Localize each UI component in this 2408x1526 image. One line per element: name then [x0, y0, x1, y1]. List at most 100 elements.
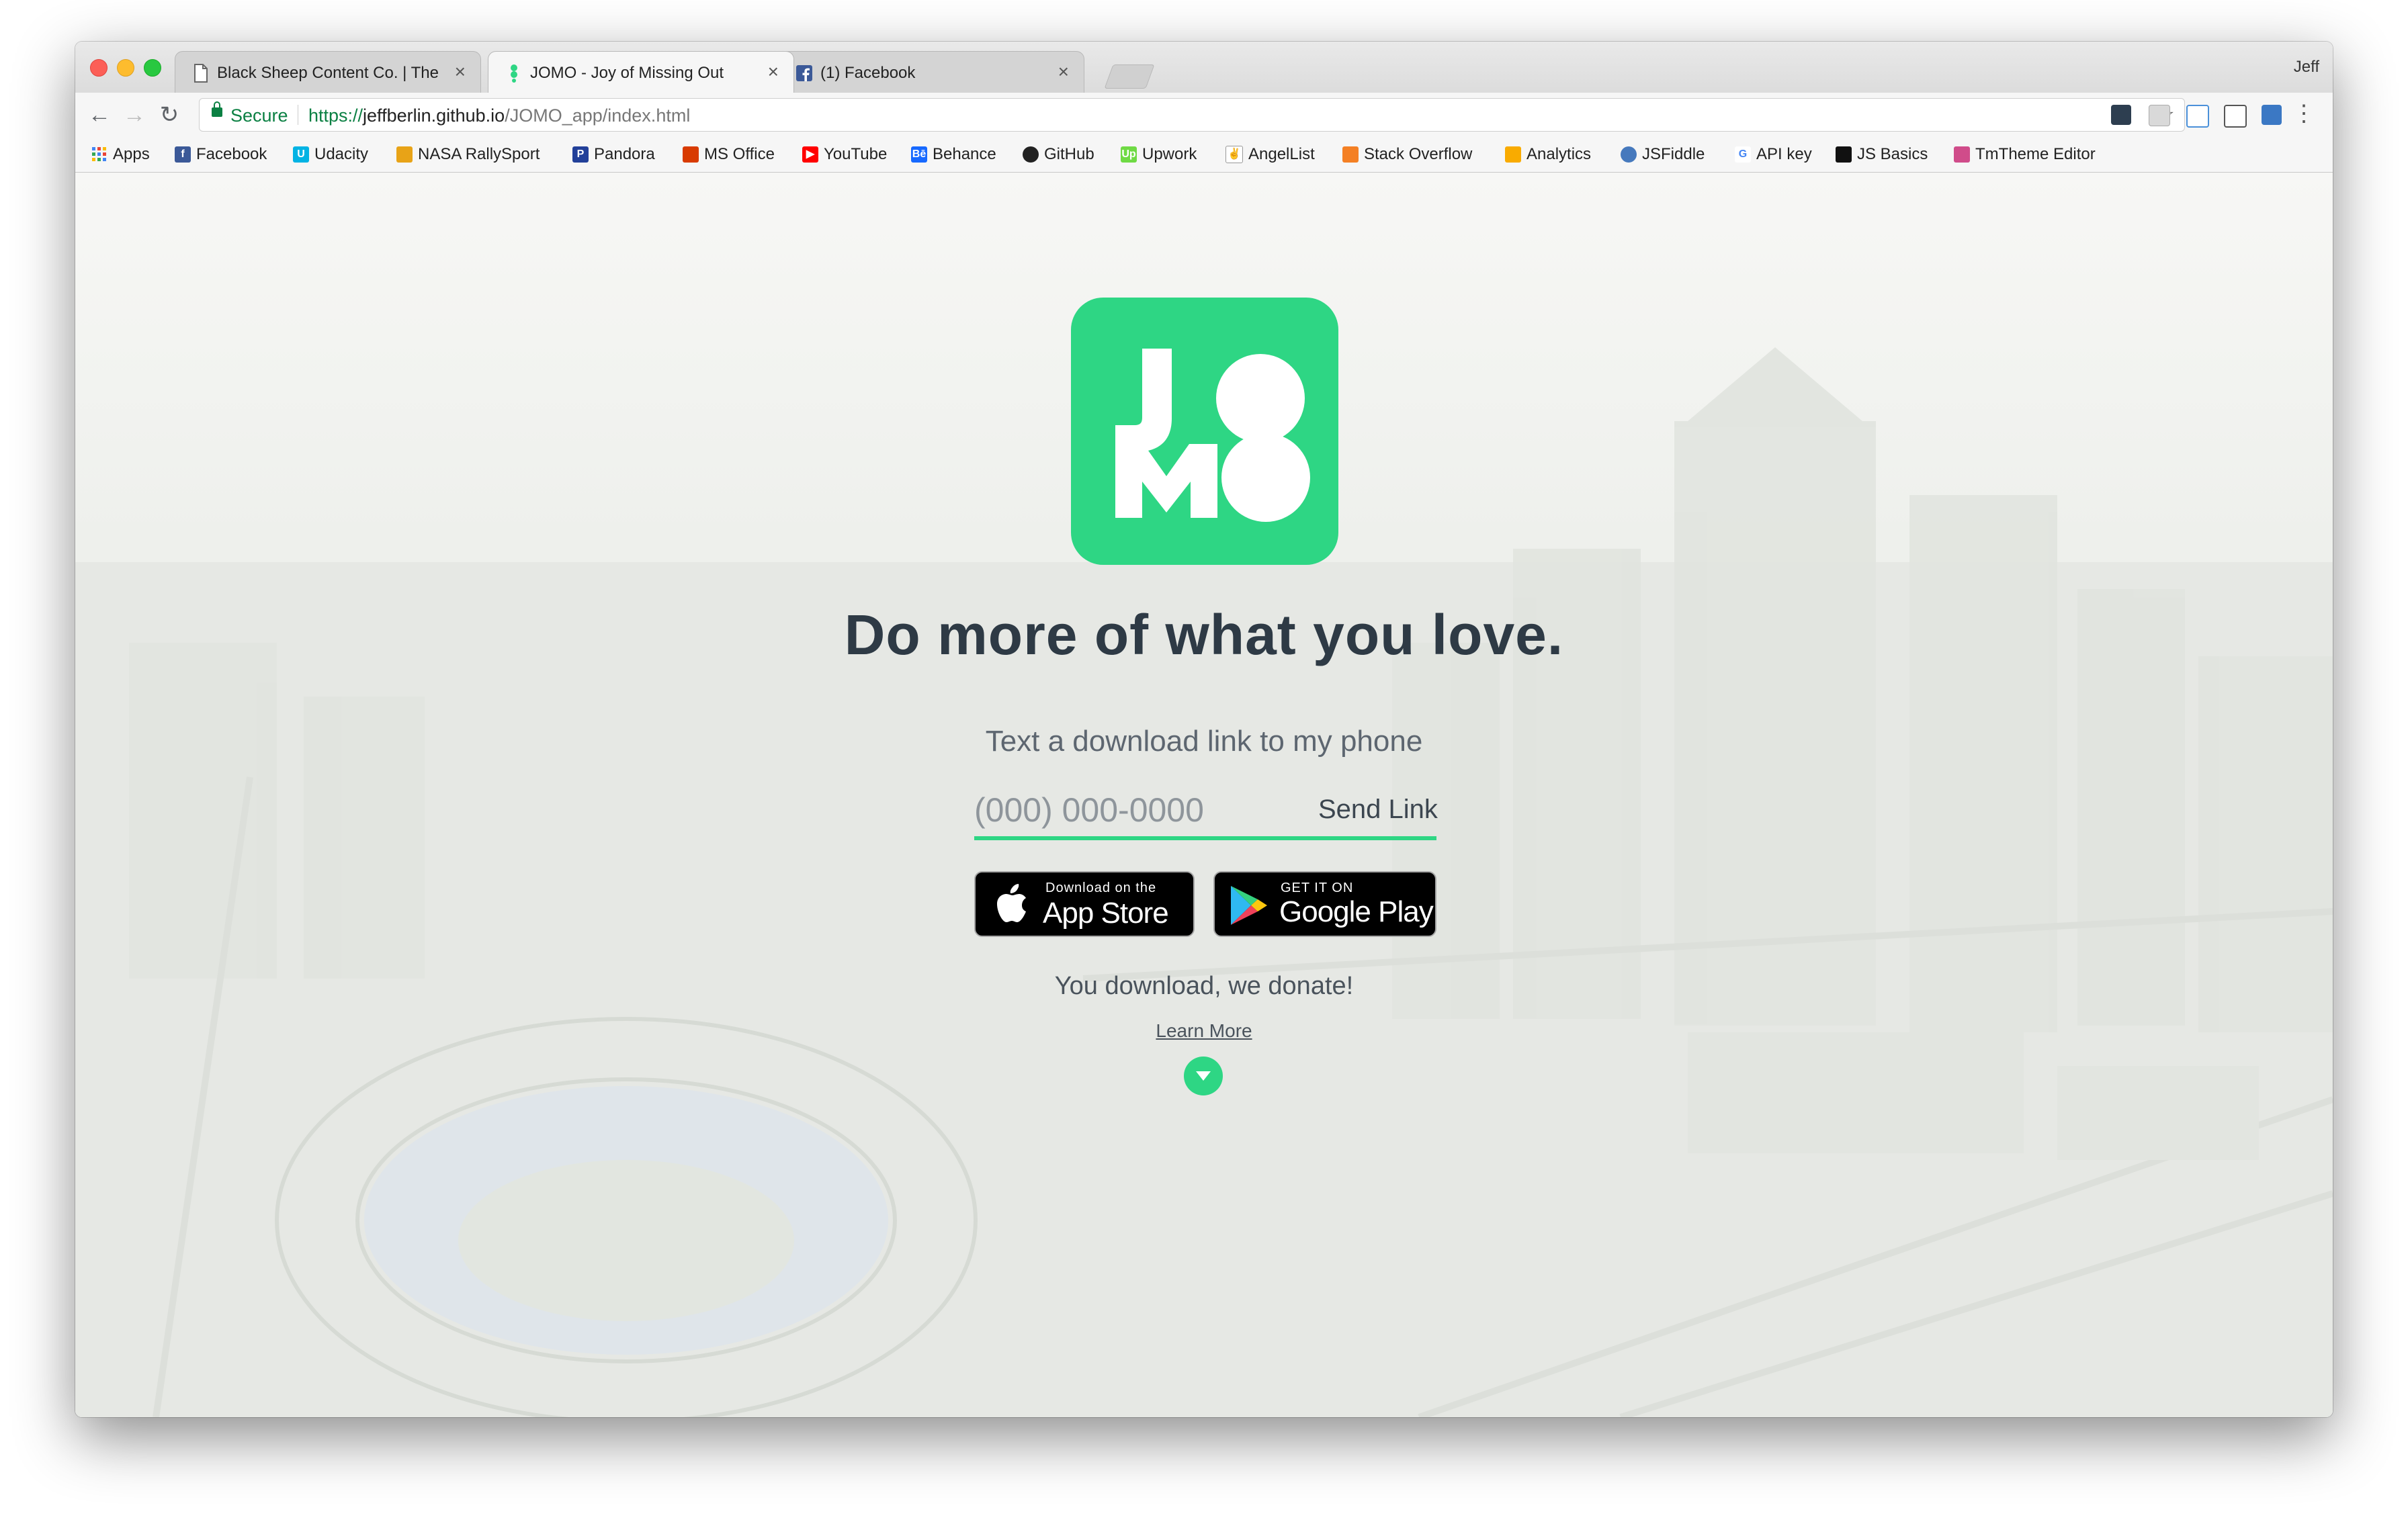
- pandora-icon: P: [572, 146, 589, 163]
- bookmark-github[interactable]: GitHub: [1023, 145, 1094, 164]
- app-store-label: App Store: [1043, 897, 1169, 930]
- bookmark-label: Apps: [113, 145, 150, 163]
- tab-jomo[interactable]: JOMO - Joy of Missing Out ×: [488, 51, 794, 93]
- close-window-button[interactable]: [90, 59, 108, 77]
- analytics-icon: [1505, 146, 1521, 163]
- text-link-subheading: Text a download link to my phone: [985, 725, 1423, 758]
- jsbasics-icon: [1836, 146, 1852, 163]
- extension-icon[interactable]: [2111, 105, 2131, 125]
- jsfiddle-icon: [1621, 146, 1637, 163]
- bookmark-label: Stack Overflow: [1364, 145, 1473, 163]
- phone-number-input[interactable]: [974, 791, 1283, 829]
- app-store-small-text: Download on the: [1045, 881, 1157, 895]
- bookmark-label: YouTube: [824, 145, 888, 163]
- bookmark-label: Upwork: [1142, 145, 1197, 163]
- bookmark-stack-overflow[interactable]: Stack Overflow: [1342, 145, 1472, 164]
- bookmark-nasa[interactable]: NASA RallySport: [396, 145, 540, 164]
- bookmark-label: AngelList: [1248, 145, 1315, 163]
- page-content: Do more of what you love. Text a downloa…: [75, 173, 2333, 1417]
- upwork-icon: Up: [1121, 146, 1137, 163]
- bookmark-label: Analytics: [1526, 145, 1592, 163]
- google-play-badge[interactable]: GET IT ON Google Play: [1213, 871, 1436, 937]
- apps-grid-icon: [92, 147, 106, 161]
- bookmarks-bar: Apps f Facebook U Udacity NASA RallySport …: [75, 137, 2333, 173]
- page-icon: [194, 64, 208, 83]
- bookmark-analytics[interactable]: Analytics: [1505, 145, 1591, 164]
- bookmark-tmtheme-editor[interactable]: TmTheme Editor: [1954, 145, 2096, 164]
- input-underline: [974, 836, 1436, 840]
- bookmark-label: Behance: [933, 145, 996, 163]
- youtube-icon: ▶: [802, 146, 818, 163]
- app-store-badge[interactable]: Download on the App Store: [974, 871, 1195, 937]
- scroll-down-arrow-icon[interactable]: [1184, 1057, 1223, 1095]
- close-tab-icon[interactable]: ×: [455, 61, 466, 83]
- bookmark-label: GitHub: [1044, 145, 1094, 163]
- bookmark-apps[interactable]: Apps: [91, 145, 150, 164]
- jomo-favicon: [511, 64, 517, 83]
- tab-black-sheep[interactable]: Black Sheep Content Co. | The ×: [175, 51, 481, 93]
- tab-label: Black Sheep Content Co. | The: [217, 64, 439, 82]
- bookmark-label: JS Basics: [1857, 145, 1928, 163]
- url-scheme: https://: [308, 105, 363, 126]
- back-arrow-icon[interactable]: ←: [86, 102, 113, 128]
- url-path: /JOMO_app/index.html: [505, 105, 691, 126]
- secure-label: Secure: [230, 105, 288, 126]
- learn-more-link[interactable]: Learn More: [75, 1020, 2333, 1042]
- bookmark-angellist[interactable]: ✌ AngelList: [1226, 145, 1315, 164]
- url-text[interactable]: https://jeffberlin.github.io/JOMO_app/in…: [308, 105, 690, 126]
- profile-name[interactable]: Jeff: [2294, 58, 2319, 77]
- github-icon: [1023, 146, 1039, 163]
- bookmark-facebook[interactable]: f Facebook: [175, 145, 267, 164]
- facebook-icon: [796, 65, 812, 81]
- bookmark-label: Pandora: [594, 145, 655, 163]
- bookmark-label: API key: [1756, 145, 1812, 163]
- google-icon: G: [1735, 146, 1751, 163]
- bookmark-youtube[interactable]: ▶ YouTube: [802, 145, 887, 164]
- nasa-icon: [396, 146, 413, 163]
- google-play-icon: [1231, 886, 1267, 925]
- tab-strip: Black Sheep Content Co. | The × (1) Face…: [75, 42, 2333, 93]
- minimize-window-button[interactable]: [117, 59, 134, 77]
- url-host: jeffberlin.github.io: [363, 105, 505, 126]
- forward-arrow-icon[interactable]: →: [121, 102, 148, 128]
- facebook-icon: f: [175, 146, 191, 163]
- bookmark-label: Facebook: [196, 145, 267, 163]
- close-tab-icon[interactable]: ×: [1058, 61, 1069, 83]
- google-play-small-text: GET IT ON: [1281, 881, 1354, 895]
- google-play-label: Google Play: [1279, 895, 1434, 928]
- tab-label: JOMO - Joy of Missing Out: [530, 64, 724, 82]
- bookmark-udacity[interactable]: U Udacity: [293, 145, 368, 164]
- udacity-icon: U: [293, 146, 309, 163]
- send-link-button[interactable]: Send Link: [1318, 795, 1438, 825]
- reload-icon[interactable]: ↻: [156, 102, 183, 128]
- bookmark-behance[interactable]: Bē Behance: [911, 145, 996, 164]
- bookmark-label: MS Office: [704, 145, 775, 163]
- bookmark-pandora[interactable]: P Pandora: [572, 145, 655, 164]
- cast-icon[interactable]: [2186, 105, 2209, 128]
- tab-label: (1) Facebook: [820, 64, 916, 82]
- bookmark-label: NASA RallySport: [418, 145, 540, 163]
- angellist-icon: ✌: [1226, 146, 1243, 163]
- maximize-window-button[interactable]: [144, 59, 161, 77]
- extension-icon[interactable]: [2262, 105, 2282, 125]
- tmtheme-icon: [1954, 146, 1970, 163]
- address-bar[interactable]: Secure https://jeffberlin.github.io/JOMO…: [199, 98, 2185, 132]
- bookmark-upwork[interactable]: Up Upwork: [1121, 145, 1197, 164]
- apple-icon: [997, 884, 1026, 922]
- stackoverflow-icon: [1342, 146, 1359, 163]
- bookmark-js-basics[interactable]: JS Basics: [1836, 145, 1928, 164]
- close-tab-icon[interactable]: ×: [768, 61, 779, 83]
- new-tab-button[interactable]: [1104, 64, 1155, 89]
- bookmark-label: JSFiddle: [1642, 145, 1705, 163]
- browser-menu-icon[interactable]: ⋮: [2292, 101, 2315, 126]
- bookmark-api-key[interactable]: G API key: [1735, 145, 1812, 164]
- bookmark-ms-office[interactable]: MS Office: [683, 145, 775, 164]
- lock-icon: [212, 101, 222, 117]
- extension-icon[interactable]: [2149, 105, 2170, 126]
- donate-text: You download, we donate!: [1054, 972, 1354, 1000]
- jomo-logo-mark: [1115, 349, 1310, 522]
- bookmark-jsfiddle[interactable]: JSFiddle: [1621, 145, 1705, 164]
- browser-toolbar: ← → ↻ Secure https://jeffberlin.github.i…: [75, 93, 2333, 137]
- extension-icon[interactable]: [2224, 105, 2247, 128]
- tab-facebook[interactable]: (1) Facebook ×: [778, 51, 1084, 93]
